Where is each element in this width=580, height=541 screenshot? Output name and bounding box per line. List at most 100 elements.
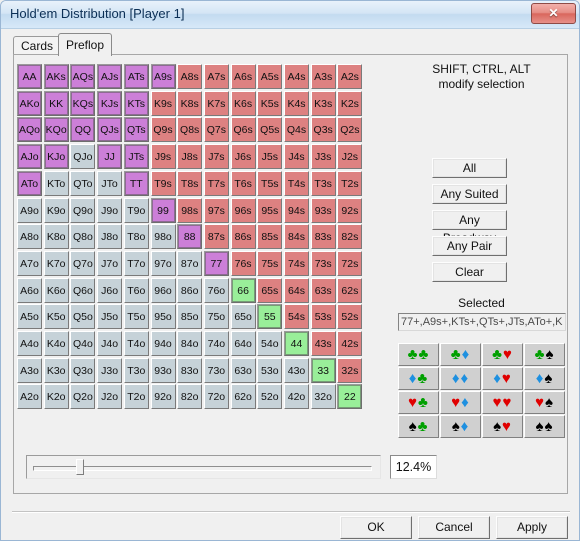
- hand-cell-ATo[interactable]: ATo: [17, 170, 42, 196]
- suit-cell-heart-heart[interactable]: ♥♥: [482, 391, 523, 414]
- hand-cell-88[interactable]: 88: [177, 224, 203, 250]
- any-broadway-button[interactable]: Any Broadway: [432, 210, 507, 245]
- hand-cell-KTs[interactable]: KTs: [123, 90, 149, 116]
- suit-cell-spade-heart[interactable]: ♠♥: [482, 415, 523, 438]
- hand-cell-76s[interactable]: 76s: [230, 250, 256, 276]
- hand-cell-Q6s[interactable]: Q6s: [230, 117, 256, 143]
- suit-cell-club-heart[interactable]: ♣♥: [482, 343, 523, 366]
- hand-cell-87s[interactable]: 87s: [203, 224, 229, 250]
- hand-cell-Q2o[interactable]: Q2o: [70, 384, 96, 410]
- hand-cell-65o[interactable]: 65o: [230, 304, 256, 330]
- hand-cell-53o[interactable]: 53o: [257, 357, 283, 383]
- hand-cell-J9o[interactable]: J9o: [97, 197, 123, 223]
- hand-cell-K8s[interactable]: K8s: [177, 90, 203, 116]
- hand-cell-82s[interactable]: 82s: [337, 224, 363, 250]
- hand-cell-62o[interactable]: 62o: [230, 384, 256, 410]
- hand-cell-T9o[interactable]: T9o: [123, 197, 149, 223]
- hand-cell-J6o[interactable]: J6o: [97, 277, 123, 303]
- hand-cell-A5o[interactable]: A5o: [17, 304, 42, 330]
- hand-cell-86s[interactable]: 86s: [230, 224, 256, 250]
- hand-cell-Q4o[interactable]: Q4o: [70, 331, 96, 356]
- suit-cell-club-club[interactable]: ♣♣: [398, 343, 439, 366]
- hand-cell-82o[interactable]: 82o: [177, 384, 203, 410]
- hand-cell-94s[interactable]: 94s: [284, 197, 309, 223]
- hand-cell-32o[interactable]: 32o: [310, 384, 336, 410]
- hand-cell-A6o[interactable]: A6o: [17, 277, 42, 303]
- hand-cell-K2o[interactable]: K2o: [43, 384, 69, 410]
- hand-cell-A2s[interactable]: A2s: [337, 64, 363, 89]
- hand-cell-33[interactable]: 33: [310, 357, 336, 383]
- hand-cell-T8s[interactable]: T8s: [177, 170, 203, 196]
- hand-cell-T2s[interactable]: T2s: [337, 170, 363, 196]
- hand-cell-T3s[interactable]: T3s: [310, 170, 336, 196]
- hand-cell-83o[interactable]: 83o: [177, 357, 203, 383]
- suit-cell-heart-diamond[interactable]: ♥♦: [440, 391, 481, 414]
- hand-cell-A5s[interactable]: A5s: [257, 64, 283, 89]
- hand-cell-T7s[interactable]: T7s: [203, 170, 229, 196]
- hand-cell-K2s[interactable]: K2s: [337, 90, 363, 116]
- hand-cell-KQo[interactable]: KQo: [43, 117, 69, 143]
- hand-cell-74o[interactable]: 74o: [203, 331, 229, 356]
- hand-cell-Q3s[interactable]: Q3s: [310, 117, 336, 143]
- title-bar[interactable]: Hold'em Distribution [Player 1] ✕: [1, 1, 579, 29]
- hand-cell-52o[interactable]: 52o: [257, 384, 283, 410]
- hand-cell-ATs[interactable]: ATs: [123, 64, 149, 89]
- cancel-button[interactable]: Cancel: [418, 516, 490, 539]
- hand-cell-83s[interactable]: 83s: [310, 224, 336, 250]
- tab-preflop[interactable]: Preflop: [58, 33, 113, 57]
- hand-cell-87o[interactable]: 87o: [177, 250, 203, 276]
- hand-cell-T6s[interactable]: T6s: [230, 170, 256, 196]
- hand-cell-62s[interactable]: 62s: [337, 277, 363, 303]
- hand-cell-86o[interactable]: 86o: [177, 277, 203, 303]
- clear-button[interactable]: Clear: [432, 262, 507, 282]
- hand-cell-K4o[interactable]: K4o: [43, 331, 69, 356]
- hand-cell-T5s[interactable]: T5s: [257, 170, 283, 196]
- hand-cell-J5s[interactable]: J5s: [257, 144, 283, 170]
- hand-cell-A9s[interactable]: A9s: [150, 64, 176, 89]
- slider-thumb[interactable]: [75, 459, 84, 475]
- hand-cell-95o[interactable]: 95o: [150, 304, 176, 330]
- hand-cell-Q7o[interactable]: Q7o: [70, 250, 96, 276]
- hand-cell-A7s[interactable]: A7s: [203, 64, 229, 89]
- hand-matrix[interactable]: AA AKs AQs AJs ATs A9s A8s A7s A6s A5s A4s A3s A2s AK…: [17, 64, 365, 412]
- hand-cell-42o[interactable]: 42o: [284, 384, 309, 410]
- hand-cell-96s[interactable]: 96s: [230, 197, 256, 223]
- hand-cell-84o[interactable]: 84o: [177, 331, 203, 356]
- hand-cell-A9o[interactable]: A9o: [17, 197, 42, 223]
- hand-cell-K3o[interactable]: K3o: [43, 357, 69, 383]
- hand-cell-66[interactable]: 66: [230, 277, 256, 303]
- hand-cell-72o[interactable]: 72o: [203, 384, 229, 410]
- hand-cell-K4s[interactable]: K4s: [284, 90, 309, 116]
- hand-cell-95s[interactable]: 95s: [257, 197, 283, 223]
- hand-cell-KQs[interactable]: KQs: [70, 90, 96, 116]
- hand-cell-A2o[interactable]: A2o: [17, 384, 42, 410]
- hand-cell-J4o[interactable]: J4o: [97, 331, 123, 356]
- hand-cell-42s[interactable]: 42s: [337, 331, 363, 356]
- tab-cards[interactable]: Cards: [13, 36, 62, 55]
- hand-cell-73o[interactable]: 73o: [203, 357, 229, 383]
- hand-cell-43o[interactable]: 43o: [284, 357, 309, 383]
- hand-cell-QQ[interactable]: QQ: [70, 117, 96, 143]
- hand-cell-A7o[interactable]: A7o: [17, 250, 42, 276]
- hand-cell-Q4s[interactable]: Q4s: [284, 117, 309, 143]
- hand-cell-54s[interactable]: 54s: [284, 304, 309, 330]
- hand-cell-K7o[interactable]: K7o: [43, 250, 69, 276]
- hand-cell-J7o[interactable]: J7o: [97, 250, 123, 276]
- hand-cell-KK[interactable]: KK: [43, 90, 69, 116]
- suit-cell-diamond-heart[interactable]: ♦♥: [482, 367, 523, 390]
- hand-cell-KJs[interactable]: KJs: [97, 90, 123, 116]
- hand-cell-65s[interactable]: 65s: [257, 277, 283, 303]
- hand-cell-A4o[interactable]: A4o: [17, 331, 42, 356]
- hand-cell-J8s[interactable]: J8s: [177, 144, 203, 170]
- hand-cell-J3o[interactable]: J3o: [97, 357, 123, 383]
- hand-cell-Q9s[interactable]: Q9s: [150, 117, 176, 143]
- hand-cell-JJ[interactable]: JJ: [97, 144, 123, 170]
- hand-cell-73s[interactable]: 73s: [310, 250, 336, 276]
- hand-cell-84s[interactable]: 84s: [284, 224, 309, 250]
- hand-cell-TT[interactable]: TT: [123, 170, 149, 196]
- suit-cell-spade-club[interactable]: ♠♣: [398, 415, 439, 438]
- hand-cell-99[interactable]: 99: [150, 197, 176, 223]
- hand-cell-AQo[interactable]: AQo: [17, 117, 42, 143]
- hand-cell-63o[interactable]: 63o: [230, 357, 256, 383]
- hand-cell-Q6o[interactable]: Q6o: [70, 277, 96, 303]
